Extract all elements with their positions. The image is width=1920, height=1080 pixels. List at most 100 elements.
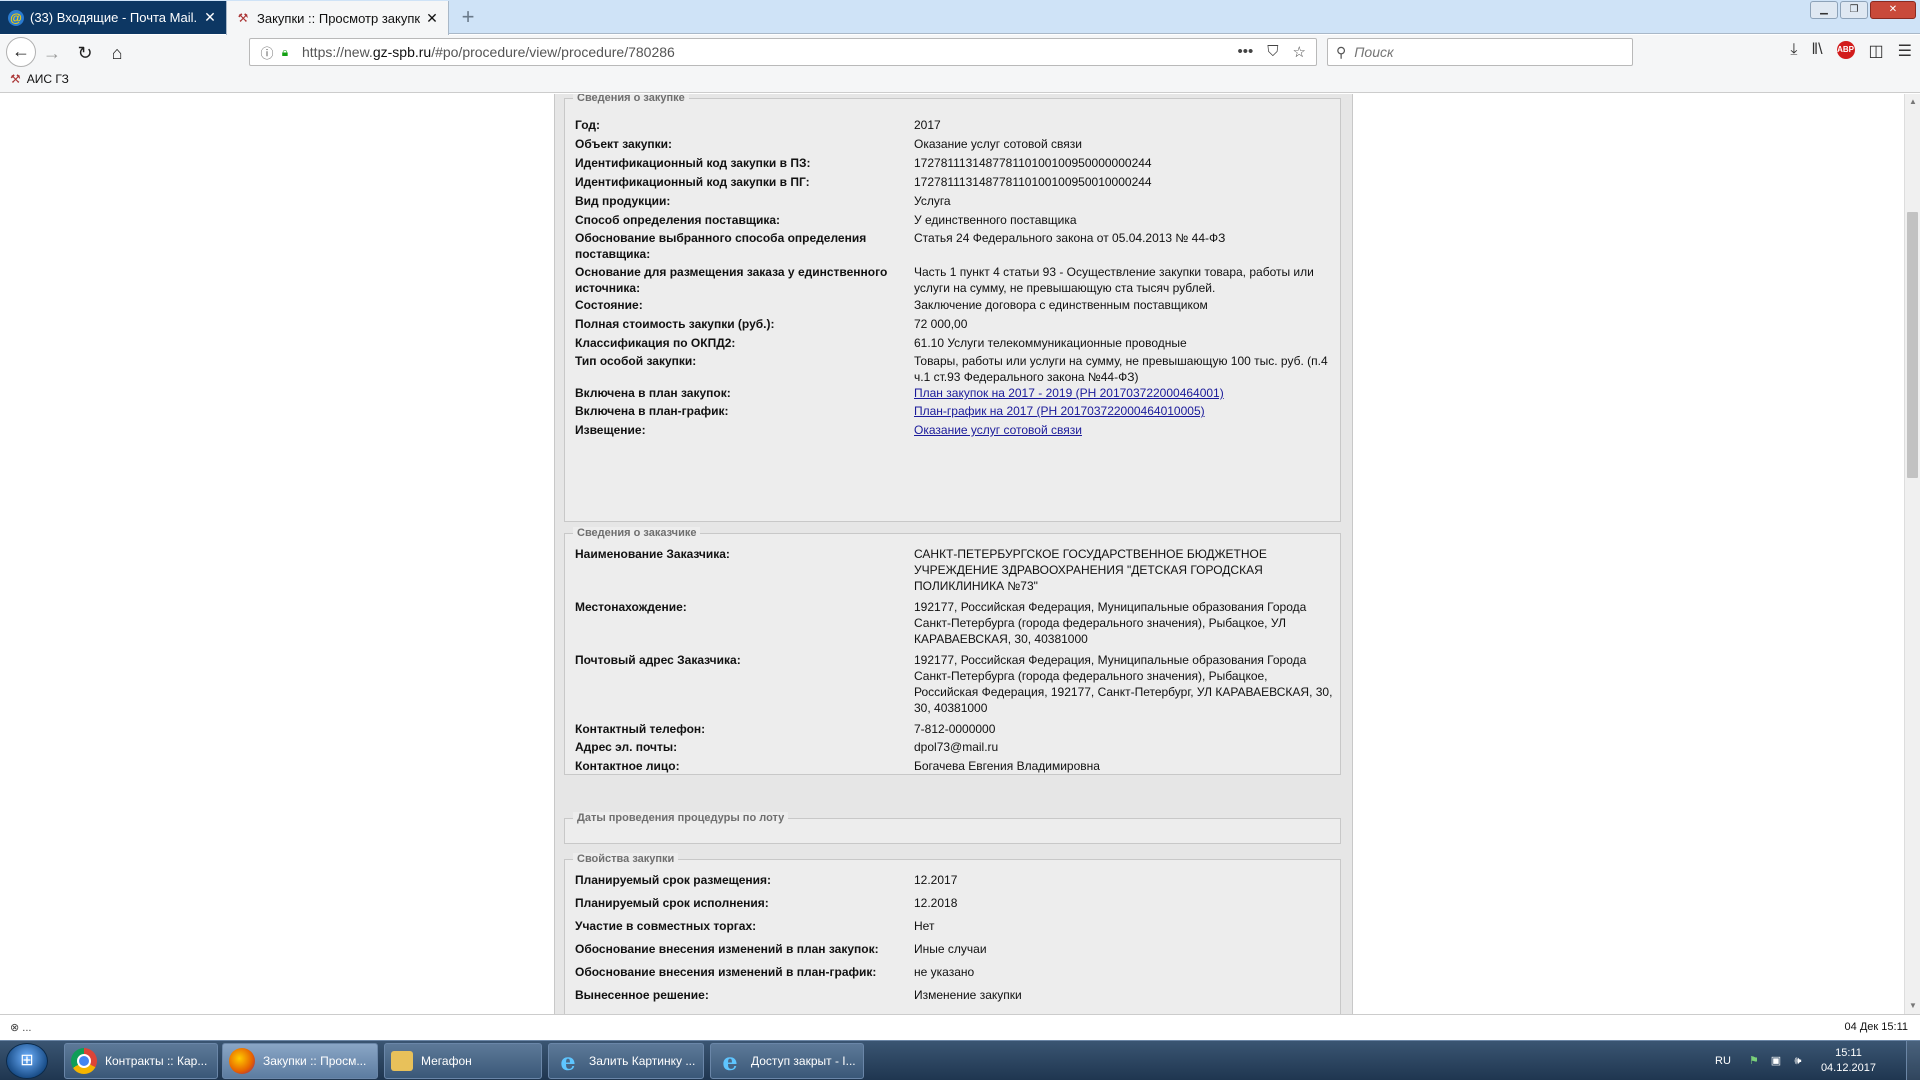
field-value: Статья 24 Федерального закона от 05.04.2… — [914, 231, 1226, 245]
field-label: Планируемый срок размещения: — [575, 873, 772, 887]
more-actions-icon[interactable]: ••• — [1238, 43, 1254, 61]
section-lot-dates: Даты проведения процедуры по лоту — [564, 812, 1341, 844]
field-label: Год: — [575, 118, 600, 132]
hammer-icon: ⚒ — [237, 11, 249, 25]
procedure-panel: Сведения о закупке Год: 2017 Объект закуп… — [554, 94, 1353, 1014]
scroll-up-icon[interactable]: ▲ — [1905, 94, 1920, 110]
tab-title: (33) Входящие - Почта Mail.Ru — [30, 10, 198, 25]
navigation-toolbar: ← → ↻ ⌂ ⓘ 🔒︎ https://new.gz-spb.ru/#po/p… — [0, 35, 1920, 69]
field-label: Контактный телефон: — [575, 722, 706, 736]
vertical-scrollbar[interactable]: ▲ ▼ — [1904, 94, 1920, 1014]
bookmark-star-icon[interactable]: ☆ — [1293, 43, 1306, 61]
field-label: Состояние: — [575, 298, 643, 312]
scroll-down-icon[interactable]: ▼ — [1905, 998, 1920, 1014]
field-label: Извещение: — [575, 423, 646, 437]
field-label: Наименование Заказчика: — [575, 547, 730, 561]
field-value: 192177, Российская Федерация, Муниципаль… — [914, 653, 1333, 715]
field-value: Иные случаи — [914, 942, 987, 956]
section-legend: Сведения о заказчике — [573, 527, 701, 539]
minimize-button[interactable]: ▁ — [1810, 1, 1838, 19]
ie-icon: e — [560, 1046, 576, 1076]
restore-button[interactable]: ❐ — [1840, 1, 1868, 19]
status-datetime: 04 Дек 15:11 — [1844, 1021, 1908, 1033]
field-label: Способ определения поставщика: — [575, 213, 781, 227]
chrome-icon — [71, 1048, 97, 1074]
field-label: Идентификационный код закупки в ПГ: — [575, 175, 810, 189]
home-button[interactable]: ⌂ — [103, 39, 131, 67]
field-value: 172781113148778110100100950000000244 — [914, 156, 1152, 170]
schedule-link[interactable]: План-график на 2017 (РН 2017037220004640… — [914, 404, 1205, 418]
new-tab-button[interactable]: + — [455, 4, 481, 30]
field-value: Часть 1 пункт 4 статьи 93 - Осуществлени… — [914, 265, 1314, 295]
pocket-icon[interactable]: ⛉ — [1267, 43, 1278, 61]
section-procurement-properties: Свойства закупки Планируемый срок размещ… — [564, 853, 1341, 1014]
plan-link[interactable]: План закупок на 2017 - 2019 (РН 20170372… — [914, 386, 1224, 400]
field-label: Полная стоимость закупки (руб.): — [575, 317, 775, 331]
taskbar-item-label: Закупки :: Просм... — [263, 1054, 367, 1068]
taskbar-item-label: Доступ закрыт - I... — [751, 1054, 856, 1068]
taskbar-item-label: Залить Картинку ... — [589, 1054, 696, 1068]
clock-date: 04.12.2017 — [1820, 1062, 1876, 1074]
field-value: 12.2017 — [914, 873, 958, 887]
field-label: Тип особой закупки: — [575, 354, 697, 368]
taskbar-item-ie-2[interactable]: e Доступ закрыт - I... — [710, 1043, 864, 1079]
tab-procurement[interactable]: ⚒ Закупки :: Просмотр закупки ✕ — [226, 1, 449, 35]
menu-icon[interactable]: ☰ — [1898, 41, 1912, 61]
field-label: Планируемый срок исполнения: — [575, 896, 769, 910]
ie-icon: e — [722, 1046, 738, 1076]
reload-button[interactable]: ↻ — [71, 39, 99, 67]
url-actions: ••• ⛉ ☆ — [1238, 43, 1306, 61]
taskbar-item-firefox[interactable]: Закупки :: Просм... — [222, 1043, 378, 1079]
close-window-button[interactable]: ✕ — [1870, 1, 1916, 19]
field-value: 192177, Российская Федерация, Муниципаль… — [914, 600, 1307, 646]
field-label: Обоснование выбранного способа определен… — [575, 231, 867, 261]
taskbar-item-ie-1[interactable]: e Залить Картинку ... — [548, 1043, 704, 1079]
bookmarks-toolbar: ⚒ АИС ГЗ — [0, 69, 1920, 93]
field-value: 7-812-0000000 — [914, 722, 996, 736]
field-value: Товары, работы или услуги на сумму, не п… — [914, 354, 1328, 384]
show-desktop-button[interactable] — [1906, 1041, 1920, 1080]
info-icon[interactable]: ⓘ — [258, 43, 276, 62]
lock-icon[interactable]: 🔒︎ — [276, 45, 294, 60]
adblock-icon[interactable]: ABP — [1836, 41, 1855, 59]
tab-mail[interactable]: @ (33) Входящие - Почта Mail.Ru ✕ — [0, 1, 226, 34]
field-value: Богачева Евгения Владимировна — [914, 759, 1100, 773]
search-bar[interactable]: ⚲ — [1327, 38, 1633, 66]
url-text[interactable]: https://new.gz-spb.ru/#po/procedure/view… — [302, 44, 1238, 60]
back-button[interactable]: ← — [6, 37, 36, 67]
page-content: Сведения о закупке Год: 2017 Объект закуп… — [0, 94, 1904, 1014]
network-icon[interactable]: ▣ — [1769, 1054, 1783, 1068]
sidebar-icon[interactable]: ◫ — [1869, 41, 1884, 61]
language-indicator[interactable]: RU — [1715, 1055, 1731, 1067]
clock[interactable]: 15:11 04.12.2017 — [1821, 1046, 1876, 1076]
flag-icon[interactable]: ⚑ — [1747, 1054, 1761, 1068]
library-icon[interactable]: ‖\ — [1811, 41, 1822, 61]
close-icon[interactable]: ✕ — [424, 10, 440, 27]
field-value: 2017 — [914, 118, 941, 132]
hammer-icon: ⚒ — [10, 72, 21, 86]
close-icon[interactable]: ✕ — [202, 9, 218, 26]
forward-button[interactable]: → — [38, 39, 66, 67]
tab-strip: @ (33) Входящие - Почта Mail.Ru ✕ ⚒ Заку… — [0, 0, 1920, 35]
field-label: Объект закупки: — [575, 137, 673, 151]
start-button[interactable]: ⊞ — [6, 1043, 48, 1079]
field-label: Основание для размещения заказа у единст… — [575, 265, 888, 295]
download-icon[interactable]: ⤓ — [1790, 41, 1797, 61]
url-bar[interactable]: ⓘ 🔒︎ https://new.gz-spb.ru/#po/procedure… — [249, 38, 1317, 66]
notice-link[interactable]: Оказание услуг сотовой связи — [914, 423, 1082, 437]
field-value: Заключение договора с единственным поста… — [914, 298, 1208, 312]
field-value: Услуга — [914, 194, 951, 208]
field-label: Участие в совместных торгах: — [575, 919, 757, 933]
section-customer-info: Сведения о заказчике Наименование Заказч… — [564, 527, 1341, 775]
taskbar-item-folder[interactable]: Мегафон — [384, 1043, 542, 1079]
field-value: dpol73@mail.ru — [914, 740, 999, 754]
volume-icon[interactable]: 🕪︎ — [1791, 1054, 1805, 1068]
field-label: Местонахождение: — [575, 600, 687, 614]
search-icon: ⚲ — [1336, 43, 1347, 60]
firefox-icon — [229, 1048, 255, 1074]
bookmark-ais-gz[interactable]: ⚒ АИС ГЗ — [10, 72, 69, 86]
taskbar-item-label: Контракты :: Кар... — [105, 1054, 208, 1068]
taskbar-item-chrome[interactable]: Контракты :: Кар... — [64, 1043, 218, 1079]
search-input[interactable] — [1354, 44, 1605, 60]
scroll-thumb[interactable] — [1907, 212, 1918, 478]
